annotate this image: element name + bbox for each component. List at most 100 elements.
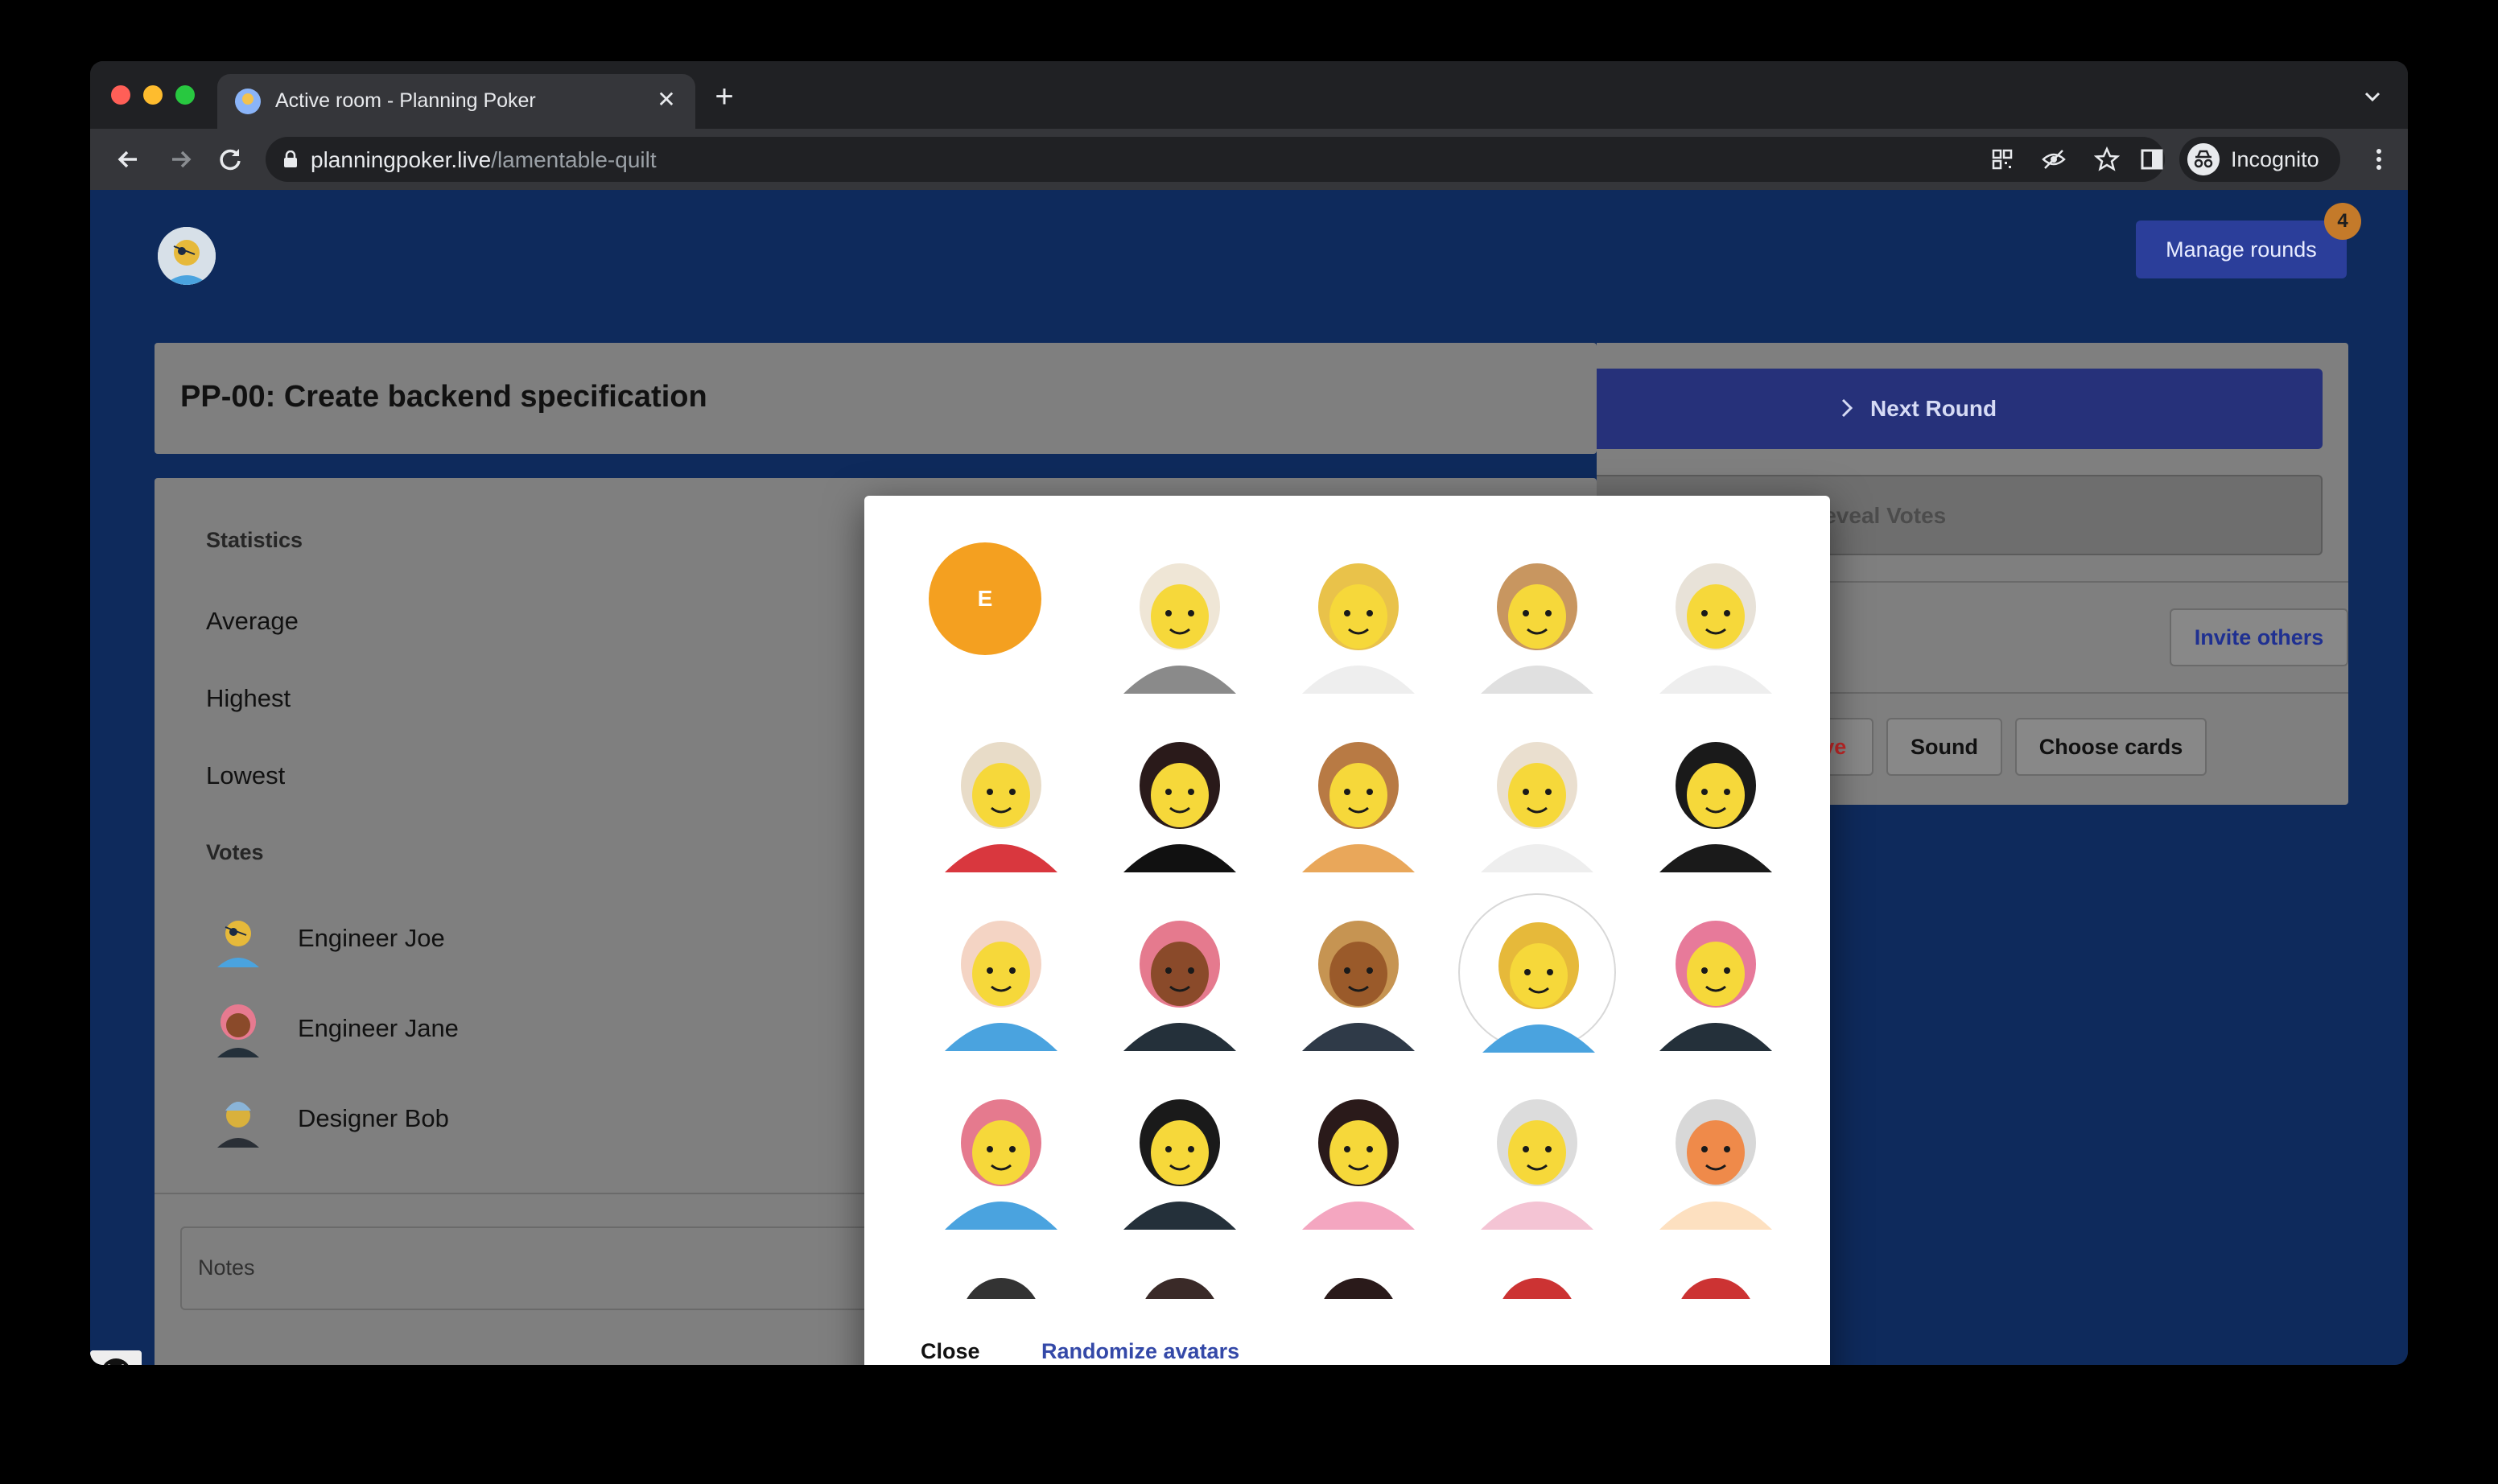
avatar-face-icon <box>1659 563 1772 694</box>
avatar-option[interactable] <box>1637 1072 1795 1230</box>
eyepatch-avatar-icon <box>217 921 259 967</box>
address-bar[interactable]: planningpoker.live/lamentable-quilt <box>266 137 2165 182</box>
avatar-face-icon <box>945 742 1057 872</box>
chevron-right-icon <box>1841 398 1853 418</box>
avatar-option[interactable] <box>1458 536 1616 694</box>
avatar-face-icon <box>1503 1278 1572 1299</box>
avatar-face-icon <box>1123 742 1236 872</box>
forward-icon[interactable] <box>164 143 196 175</box>
initial-avatar: E <box>929 542 1041 655</box>
browser-window: Active room - Planning Poker ✕ + plannin… <box>90 61 2408 1365</box>
avatar-option[interactable] <box>1280 1251 1437 1299</box>
avatar-option[interactable] <box>1101 715 1259 872</box>
avatar-face-icon <box>1123 1099 1236 1230</box>
avatar-option[interactable] <box>1637 536 1795 694</box>
incognito-label: Incognito <box>2231 147 2319 171</box>
avatar-face-icon <box>1302 563 1415 694</box>
avatar-face-icon <box>945 921 1057 1051</box>
browser-toolbar: planningpoker.live/lamentable-quilt Inco… <box>90 129 2408 190</box>
avatar-face-icon <box>1302 742 1415 872</box>
url-text: planningpoker.live/lamentable-quilt <box>311 147 657 172</box>
new-tab-button[interactable]: + <box>708 80 740 114</box>
tab-search-chevron-icon[interactable] <box>2361 85 2384 108</box>
github-icon[interactable] <box>90 1350 142 1365</box>
avatar-option[interactable] <box>922 1072 1080 1230</box>
invite-others-button[interactable]: Invite others <box>2170 608 2348 666</box>
page-content: Manage rounds 4 PP-00: Create backend sp… <box>90 190 2408 1365</box>
close-button[interactable]: Close <box>921 1339 980 1364</box>
avatar-face-icon <box>1302 1099 1415 1230</box>
avatar-option[interactable] <box>1280 715 1437 872</box>
incognito-icon <box>2187 143 2220 175</box>
tracking-protection-icon[interactable] <box>2041 146 2067 172</box>
avatar-option[interactable] <box>1637 1251 1795 1299</box>
story-title-card: PP-00: Create backend specification <box>155 343 1597 454</box>
avatar-face-icon <box>1324 1278 1393 1299</box>
avatar-option[interactable] <box>1101 893 1259 1051</box>
tab-close-icon[interactable]: ✕ <box>652 85 681 114</box>
eyepatch-avatar-icon <box>158 227 216 285</box>
avatar-face-icon <box>1482 922 1595 1053</box>
avatar-face-icon <box>1481 563 1593 694</box>
user-avatar[interactable] <box>158 227 216 285</box>
avatar-face-icon <box>1481 1099 1593 1230</box>
sound-button[interactable]: Sound <box>1886 718 2002 776</box>
bookmark-star-icon[interactable] <box>2094 146 2120 172</box>
tab-strip: Active room - Planning Poker ✕ + <box>90 61 2408 129</box>
avatar-option[interactable] <box>922 893 1080 1051</box>
avatar-option[interactable] <box>1280 893 1437 1051</box>
maximize-window-button[interactable] <box>175 85 195 105</box>
avatar-option[interactable] <box>1637 715 1795 872</box>
avatar-option[interactable]: E <box>922 536 1080 694</box>
voter-name: Engineer Jane <box>298 1014 459 1042</box>
tab-title: Active room - Planning Poker <box>275 89 536 112</box>
avatar-option[interactable] <box>922 715 1080 872</box>
next-round-label: Next Round <box>1870 396 1997 421</box>
avatar-option[interactable] <box>1101 1251 1259 1299</box>
lock-icon <box>284 150 297 167</box>
avatar-option[interactable] <box>922 1251 1080 1299</box>
stat-average-label: Average <box>206 607 299 635</box>
avatar-face-icon <box>1659 1099 1772 1230</box>
avatar-option[interactable] <box>1101 1072 1259 1230</box>
reload-icon[interactable] <box>214 143 246 175</box>
beanie-avatar-icon <box>217 1102 259 1148</box>
avatar-option[interactable] <box>1280 1072 1437 1230</box>
avatar-face-icon <box>1659 742 1772 872</box>
close-window-button[interactable] <box>111 85 130 105</box>
avatar-option[interactable] <box>1458 893 1616 1053</box>
avatar-option[interactable] <box>1458 715 1616 872</box>
choose-cards-button[interactable]: Choose cards <box>2015 718 2207 776</box>
voter-name: Designer Bob <box>298 1104 449 1132</box>
rounds-count-badge: 4 <box>2324 203 2361 240</box>
statistics-heading: Statistics <box>206 528 303 552</box>
incognito-indicator[interactable]: Incognito <box>2179 137 2340 182</box>
avatar-face-icon <box>1145 1278 1214 1299</box>
avatar-face-icon <box>1123 921 1236 1051</box>
favicon-icon <box>235 89 261 114</box>
qr-code-icon[interactable] <box>1989 146 2015 172</box>
browser-menu-icon[interactable] <box>2363 143 2395 175</box>
avatar-picker-dialog: E Close Randomize avatars <box>864 496 1830 1365</box>
randomize-avatars-button[interactable]: Randomize avatars <box>1041 1339 1239 1364</box>
avatar-option[interactable] <box>1458 1251 1616 1299</box>
avatar-face-icon <box>1481 742 1593 872</box>
pink-hair-avatar-icon <box>217 1004 259 1057</box>
side-panel-icon[interactable] <box>2136 143 2168 175</box>
active-tab[interactable]: Active room - Planning Poker ✕ <box>217 74 695 129</box>
next-round-button[interactable]: Next Round <box>1597 369 2323 449</box>
voter-name: Engineer Joe <box>298 924 445 952</box>
manage-rounds-button[interactable]: Manage rounds <box>2136 221 2347 278</box>
stat-highest-label: Highest <box>206 684 291 712</box>
back-icon[interactable] <box>113 143 145 175</box>
minimize-window-button[interactable] <box>143 85 163 105</box>
avatar-grid-scroll[interactable]: E <box>864 496 1830 1299</box>
avatar-option[interactable] <box>1458 1072 1616 1230</box>
avatar-option[interactable] <box>1280 536 1437 694</box>
avatar-face-icon <box>1681 1278 1750 1299</box>
stat-lowest-label: Lowest <box>206 761 286 789</box>
avatar-option[interactable] <box>1637 893 1795 1051</box>
avatar-face-icon <box>1302 921 1415 1051</box>
story-title: PP-00: Create backend specification <box>180 380 707 414</box>
avatar-option[interactable] <box>1101 536 1259 694</box>
